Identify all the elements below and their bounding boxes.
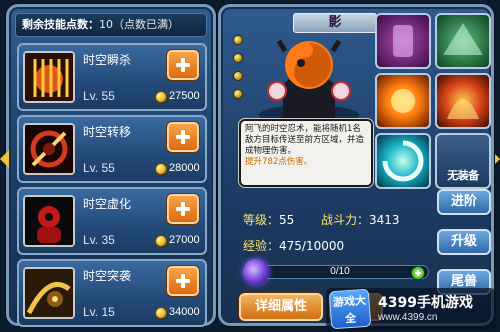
skill-tooltip: 阿飞的时空忍术，能将随机1名敌方目标传送至前方区域，并造成物理伤害。 提升782… (239, 119, 373, 187)
no-equip-label: 无装备 (447, 169, 479, 182)
add-progress-button[interactable] (411, 266, 425, 280)
skill-points-header: 剩余技能点数：10（点数已满） (15, 13, 207, 37)
coin-icon (155, 307, 167, 319)
prev-arrow-icon[interactable] (0, 150, 9, 168)
equip-slot-2[interactable] (435, 13, 491, 69)
skill-cost: 27500 (169, 90, 200, 102)
skill-name: 时空瞬杀 (83, 53, 132, 67)
skill-card[interactable]: 时空转移 Lv. 55 28000 (17, 115, 207, 183)
upgrade-skill-button[interactable] (167, 266, 199, 296)
skill-name: 时空突袭 (83, 269, 132, 283)
equip-slot-4[interactable] (435, 73, 491, 129)
dot-icon (233, 71, 243, 81)
watermark-name: 4399手机游戏 (378, 295, 473, 311)
chakra-orb-icon (243, 259, 269, 285)
dot-icon (233, 89, 243, 99)
skill-xuhua-icon (23, 195, 75, 247)
coin-icon (155, 163, 167, 175)
skill-cost: 34000 (169, 306, 200, 318)
upgrade-skill-button[interactable] (167, 50, 199, 80)
watermark: 游戏大全 4399手机游戏 www.4399.cn (326, 288, 496, 330)
upgrade-skill-button[interactable] (167, 122, 199, 152)
progress-bar: 0/10 (251, 265, 429, 279)
skill-level: Lv. 15 (83, 305, 115, 319)
coin-icon (155, 235, 167, 247)
skill-card[interactable]: 时空虚化 Lv. 35 27000 (17, 187, 207, 255)
skill-name: 时空虚化 (83, 197, 132, 211)
progress-text: 0/10 (330, 266, 350, 277)
exp-stat: 经验：475/10000 (243, 237, 344, 254)
skill-list-panel: 剩余技能点数：10（点数已满） 时空瞬杀 Lv. 55 27500 时空转移 L… (6, 4, 216, 327)
equip-slot-empty[interactable]: 无装备 (435, 133, 491, 189)
star-dots (233, 35, 243, 107)
coin-icon (155, 91, 167, 103)
character-portrait (249, 35, 371, 127)
level-label: 等级： (243, 213, 280, 227)
watermark-url: www.4399.cn (378, 312, 438, 323)
skill-level: Lv. 55 (83, 161, 115, 175)
skill-cost: 27000 (169, 234, 200, 246)
dot-icon (233, 53, 243, 63)
tooltip-boost: 提升782点伤害。 (245, 157, 313, 167)
skill-card[interactable]: 时空突袭 Lv. 15 34000 (17, 259, 207, 327)
power-label: 战斗力： (321, 213, 370, 227)
watermark-logo: 游戏大全 (328, 288, 372, 330)
advance-button[interactable]: 进阶 (437, 189, 491, 215)
level-value: 55 (279, 213, 295, 227)
skill-tuxi-icon (23, 267, 75, 319)
character-panel: 影 无装备 阿飞的时空忍术，能将随机1名敌方目标传送至前方区域，并造成物理伤害。… (218, 4, 494, 326)
power-stat: 战斗力：3413 (321, 211, 400, 228)
skill-shunsha-icon (23, 51, 75, 103)
skill-points-label: 剩余技能点数： (22, 18, 99, 31)
dot-icon (233, 35, 243, 45)
skill-points-value: 10（点数已满） (99, 18, 179, 31)
upgrade-button[interactable]: 升级 (437, 229, 491, 255)
power-value: 3413 (369, 213, 400, 227)
tooltip-description: 阿飞的时空忍术，能将随机1名敌方目标传送至前方区域，并造成物理伤害。 (245, 124, 365, 156)
equip-slot-5[interactable] (375, 133, 431, 189)
exp-value: 475/10000 (279, 239, 345, 253)
skill-cost: 28000 (169, 162, 200, 174)
skill-level: Lv. 55 (83, 89, 115, 103)
skill-zhuanyi-icon (23, 123, 75, 175)
equip-slot-3[interactable] (375, 73, 431, 129)
skill-name: 时空转移 (83, 125, 132, 139)
equip-slot-1[interactable] (375, 13, 431, 69)
skill-card[interactable]: 时空瞬杀 Lv. 55 27500 (17, 43, 207, 111)
exp-label: 经验： (243, 239, 280, 253)
character-name-plate: 影 (293, 13, 377, 33)
upgrade-skill-button[interactable] (167, 194, 199, 224)
level-stat: 等级：55 (243, 211, 294, 228)
detail-attributes-button[interactable]: 详细属性 (239, 293, 323, 321)
skill-level: Lv. 35 (83, 233, 115, 247)
